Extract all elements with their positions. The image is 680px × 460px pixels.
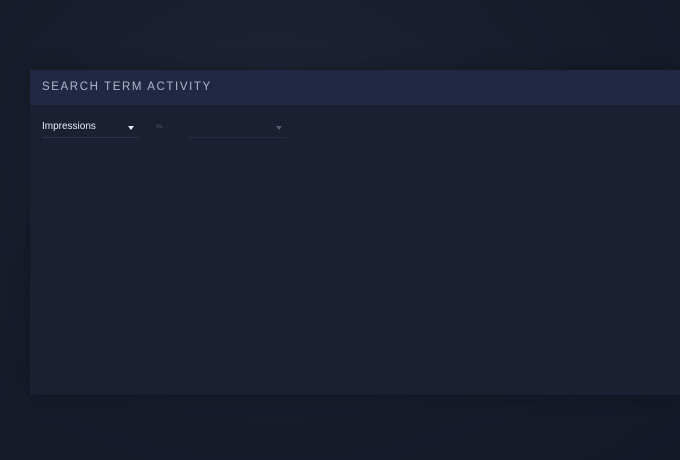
panel-header: SEARCH TERM ACTIVITY: [30, 70, 680, 105]
metric-dropdown[interactable]: Impressions: [42, 121, 139, 138]
chevron-down-icon: [276, 126, 282, 130]
search-term-activity-panel: SEARCH TERM ACTIVITY Impressions vs.: [30, 70, 680, 395]
metric-dropdown-value: Impressions: [42, 121, 96, 132]
vs-label: vs.: [156, 124, 164, 130]
compare-dropdown[interactable]: [188, 121, 286, 138]
chevron-down-icon: [128, 126, 134, 130]
panel-title: SEARCH TERM ACTIVITY: [42, 81, 212, 93]
